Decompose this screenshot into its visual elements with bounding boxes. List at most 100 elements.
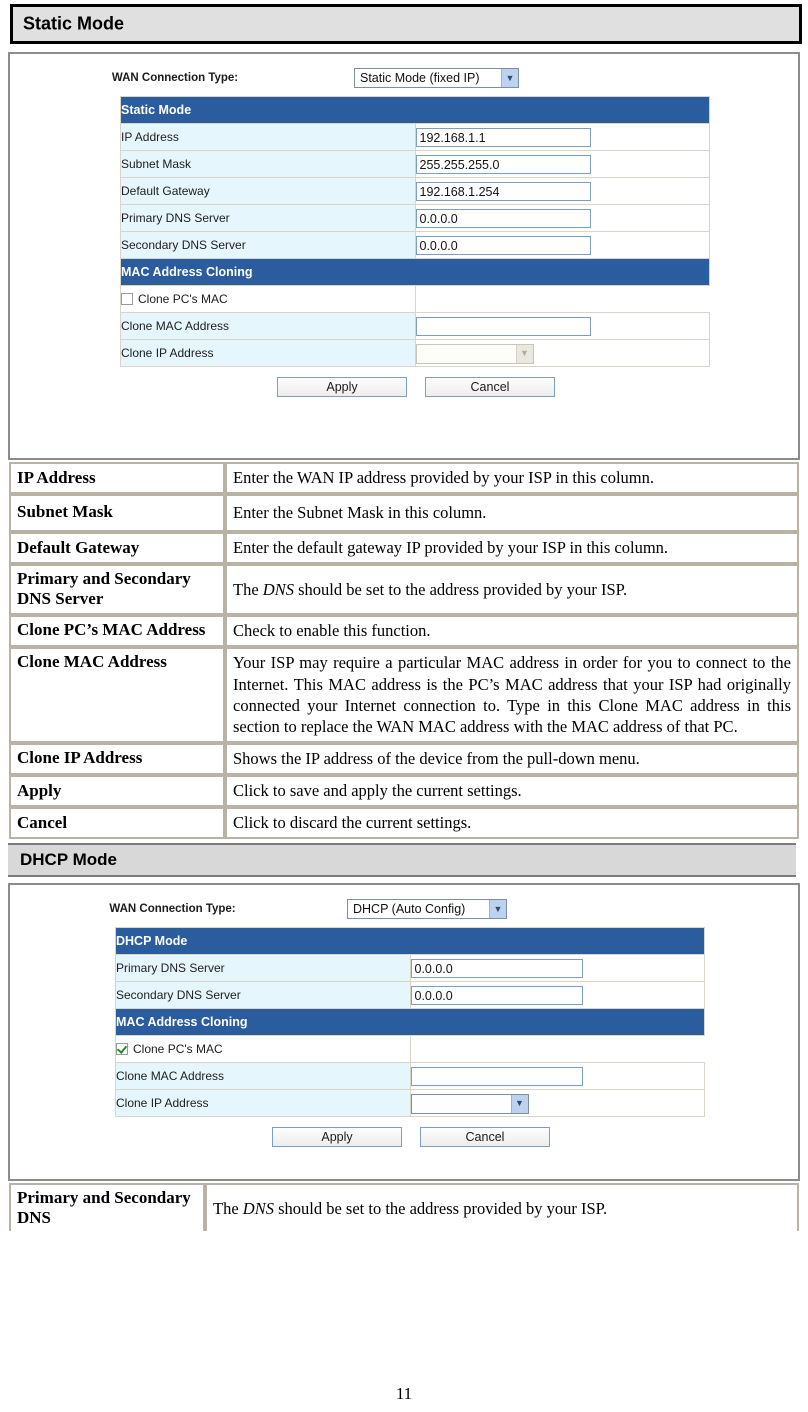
description-table-dhcp: Primary and Secondary DNS The DNS should… — [9, 1183, 799, 1232]
clone-pc-mac-cell: Clone PC's MAC — [120, 285, 416, 313]
row-label-clone-ip-address: Clone IP Address — [120, 339, 416, 367]
table-row: IP Address 192.168.1.1 — [120, 123, 710, 151]
row-field-secondary-dns: 0.0.0.0 — [414, 231, 710, 259]
row-label-secondary-dns: Secondary DNS Server — [120, 231, 416, 259]
desc-text-pre: The — [233, 579, 263, 599]
wan-connection-type-row: WAN Connection Type: DHCP (Auto Config) … — [10, 899, 798, 920]
clone-pc-mac-checkbox[interactable] — [121, 293, 133, 305]
group-header-row: MAC Address Cloning — [115, 1008, 705, 1037]
chevron-down-icon: ▼ — [501, 69, 518, 87]
desc-clone-mac-address: Your ISP may require a particular MAC ad… — [225, 647, 799, 743]
table-row: Clone PC’s MAC Address Check to enable t… — [9, 615, 799, 648]
table-row: Clone MAC Address — [120, 312, 710, 340]
row-field-primary-dns: 0.0.0.0 — [414, 204, 710, 232]
row-field-clone-mac-address — [409, 1062, 705, 1091]
clone-mac-address-input[interactable] — [410, 1066, 583, 1086]
description-table-static: IP Address Enter the WAN IP address prov… — [9, 462, 799, 840]
description-table-dhcp-clip: Primary and Secondary DNS The DNS should… — [0, 1183, 808, 1232]
table-row: Clone PC's MAC — [120, 285, 710, 313]
clone-pc-mac-label: Clone PC's MAC — [138, 292, 228, 306]
table-row: Clone MAC Address Your ISP may require a… — [9, 647, 799, 743]
apply-button[interactable]: Apply — [277, 377, 407, 397]
section-heading-label: Static Mode — [23, 13, 125, 34]
wan-connection-type-row: WAN Connection Type: Static Mode (fixed … — [10, 68, 798, 88]
section-heading-static-mode: Static Mode — [10, 4, 802, 44]
desc-text-pre: The — [213, 1198, 243, 1218]
router-ui-screenshot-dhcp: WAN Connection Type: DHCP (Auto Config) … — [8, 883, 800, 1182]
section-heading-label: DHCP Mode — [20, 850, 117, 870]
term-primary-secondary-dns: Primary and Secondary DNS — [9, 1183, 205, 1232]
clone-ip-address-select[interactable]: ▼ — [410, 1093, 529, 1114]
clone-pc-mac-label: Clone PC's MAC — [133, 1042, 223, 1057]
secondary-dns-input[interactable]: 0.0.0.0 — [410, 985, 583, 1005]
table-row: Clone IP Address ▼ — [120, 339, 710, 367]
clone-ip-address-select[interactable]: ▼ — [415, 343, 534, 364]
desc-apply: Click to save and apply the current sett… — [225, 775, 799, 808]
term-cancel: Cancel — [9, 807, 225, 840]
row-field-ip-address: 192.168.1.1 — [414, 123, 710, 151]
table-row: Cancel Click to discard the current sett… — [9, 807, 799, 840]
ip-address-input[interactable]: 192.168.1.1 — [415, 127, 591, 147]
clone-pc-mac-cell: Clone PC's MAC — [115, 1035, 411, 1064]
apply-button[interactable]: Apply — [272, 1127, 402, 1148]
desc-primary-secondary-dns: The DNS should be set to the address pro… — [205, 1183, 799, 1232]
primary-dns-input[interactable]: 0.0.0.0 — [410, 958, 583, 978]
row-field-subnet-mask: 255.255.255.0 — [414, 150, 710, 178]
dhcp-mode-config-table: DHCP Mode Primary DNS Server 0.0.0.0 Sec… — [115, 927, 705, 1118]
chevron-down-icon: ▼ — [510, 1094, 528, 1113]
desc-subnet-mask: Enter the Subnet Mask in this column. — [225, 494, 799, 533]
term-primary-secondary-dns: Primary and Secondary DNS Server — [9, 564, 225, 616]
wan-connection-type-value: DHCP (Auto Config) — [353, 902, 466, 917]
row-label-clone-ip-address: Clone IP Address — [115, 1089, 411, 1118]
row-label-primary-dns: Primary DNS Server — [120, 204, 416, 232]
table-row: Clone IP Address ▼ — [115, 1089, 705, 1118]
clone-pc-mac-spacer — [409, 1035, 705, 1063]
row-label-clone-mac-address: Clone MAC Address — [120, 312, 416, 340]
clone-pc-mac-checkbox[interactable] — [116, 1043, 128, 1056]
static-mode-config-table: Static Mode IP Address 192.168.1.1 Subne… — [120, 96, 710, 367]
term-clone-ip-address: Clone IP Address — [9, 742, 225, 776]
group-header-mac-address-cloning: MAC Address Cloning — [120, 258, 710, 286]
group-header-row: MAC Address Cloning — [120, 258, 710, 286]
desc-text-emphasis: DNS — [262, 579, 294, 599]
row-field-clone-ip-address: ▼ — [409, 1089, 705, 1118]
page-number: 11 — [395, 1384, 413, 1403]
wan-connection-type-select[interactable]: DHCP (Auto Config) ▼ — [347, 899, 507, 920]
default-gateway-input[interactable]: 192.168.1.254 — [415, 181, 591, 201]
table-row: Primary and Secondary DNS Server The DNS… — [9, 564, 799, 616]
wan-connection-type-select[interactable]: Static Mode (fixed IP) ▼ — [354, 68, 519, 88]
cancel-button[interactable]: Cancel — [425, 377, 555, 397]
primary-dns-input[interactable]: 0.0.0.0 — [415, 208, 591, 228]
manual-page: Static Mode WAN Connection Type: Static … — [0, 0, 808, 1412]
form-actions-static: Apply Cancel — [120, 377, 710, 397]
form-actions-dhcp: Apply Cancel — [115, 1127, 705, 1148]
row-label-subnet-mask: Subnet Mask — [120, 150, 416, 178]
wan-connection-type-value: Static Mode (fixed IP) — [360, 71, 480, 85]
row-field-primary-dns: 0.0.0.0 — [409, 954, 705, 983]
row-label-secondary-dns: Secondary DNS Server — [115, 981, 411, 1010]
table-row: Clone IP Address Shows the IP address of… — [9, 742, 799, 776]
term-ip-address: IP Address — [9, 462, 225, 495]
subnet-mask-input[interactable]: 255.255.255.0 — [415, 154, 591, 174]
desc-clone-ip-address: Shows the IP address of the device from … — [225, 742, 799, 776]
row-field-default-gateway: 192.168.1.254 — [414, 177, 710, 205]
wan-connection-type-label: WAN Connection Type: — [111, 72, 239, 84]
row-label-clone-mac-address: Clone MAC Address — [115, 1062, 411, 1091]
secondary-dns-input[interactable]: 0.0.0.0 — [415, 235, 591, 255]
group-header-row: Static Mode — [120, 96, 710, 124]
section-heading-dhcp-mode: DHCP Mode — [8, 843, 796, 878]
row-label-default-gateway: Default Gateway — [120, 177, 416, 205]
row-field-secondary-dns: 0.0.0.0 — [409, 981, 705, 1010]
cancel-button[interactable]: Cancel — [420, 1127, 550, 1148]
term-clone-mac-address: Clone MAC Address — [9, 647, 225, 743]
group-header-static-mode: Static Mode — [120, 96, 710, 124]
clone-mac-address-input[interactable] — [415, 316, 591, 336]
table-row: Clone MAC Address — [115, 1062, 705, 1091]
row-field-clone-ip-address: ▼ — [414, 339, 710, 367]
clone-pc-mac-spacer — [414, 285, 710, 313]
group-header-mac-address-cloning: MAC Address Cloning — [115, 1008, 705, 1037]
table-row: Clone PC's MAC — [115, 1035, 705, 1064]
table-row: Secondary DNS Server 0.0.0.0 — [120, 231, 710, 259]
table-row: Primary DNS Server 0.0.0.0 — [120, 204, 710, 232]
table-row: Default Gateway 192.168.1.254 — [120, 177, 710, 205]
